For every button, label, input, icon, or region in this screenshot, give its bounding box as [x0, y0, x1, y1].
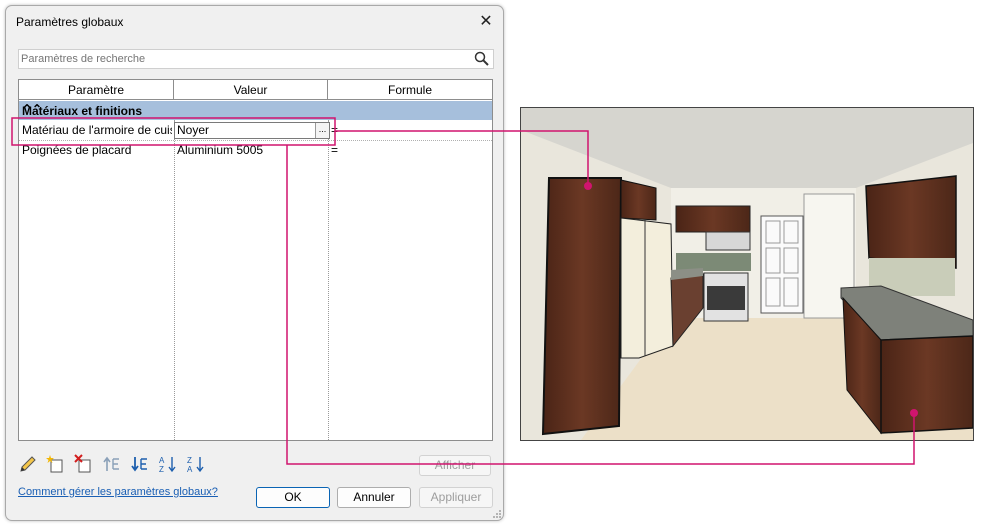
formula-cell[interactable]: = [331, 141, 351, 159]
value-field[interactable]: Noyer ... [174, 122, 330, 139]
resize-grip-icon[interactable] [493, 510, 501, 518]
column-divider [174, 120, 175, 440]
table-row[interactable]: Poignées de placard Aluminium 5005 = [19, 140, 492, 159]
edit-pencil-icon[interactable] [18, 454, 38, 474]
value-text[interactable]: Aluminium 5005 [177, 141, 325, 159]
collapse-chevron-icon[interactable]: ⌃⌃ [22, 102, 488, 116]
new-parameter-icon[interactable] [46, 454, 66, 474]
help-link[interactable]: Comment gérer les paramètres globaux? [18, 486, 218, 498]
param-name: Poignées de placard [22, 143, 132, 157]
group-row-materials[interactable]: Matériaux et finitions ⌃⌃ [19, 101, 492, 120]
column-divider [328, 120, 329, 440]
svg-text:A: A [159, 456, 165, 465]
value-text: Noyer [177, 123, 210, 137]
move-down-icon[interactable] [130, 454, 150, 474]
search-icon[interactable] [474, 51, 489, 66]
sort-ascending-icon[interactable]: A Z [158, 454, 178, 474]
cancel-button[interactable]: Annuler [337, 487, 411, 508]
svg-text:Z: Z [187, 456, 192, 465]
kitchen-render-image [520, 107, 974, 441]
ok-button[interactable]: OK [256, 487, 330, 508]
column-header-formula[interactable]: Formule [328, 80, 492, 100]
search-input[interactable] [21, 51, 461, 66]
param-name: Matériau de l'armoire de cuisine [22, 123, 172, 137]
close-icon[interactable]: ✕ [476, 12, 496, 32]
column-header-parameter[interactable]: Paramètre [19, 80, 174, 100]
column-header-value[interactable]: Valeur [174, 80, 328, 100]
delete-parameter-icon[interactable] [74, 454, 94, 474]
show-button[interactable]: Afficher [419, 455, 491, 476]
svg-text:A: A [187, 465, 193, 474]
svg-text:Z: Z [159, 465, 164, 474]
search-box [18, 49, 494, 69]
move-up-icon[interactable] [102, 454, 122, 474]
global-parameters-dialog: Paramètres globaux ✕ Paramètre Valeur Fo… [5, 5, 504, 521]
browse-button[interactable]: ... [315, 123, 329, 138]
dialog-title: Paramètres globaux [16, 15, 124, 29]
parameters-grid: Paramètre Valeur Formule Matériaux et fi… [18, 79, 493, 441]
sort-descending-icon[interactable]: Z A [186, 454, 206, 474]
table-row[interactable]: Matériau de l'armoire de cuisine Noyer .… [19, 121, 492, 139]
apply-button[interactable]: Appliquer [419, 487, 493, 508]
formula-cell[interactable]: = [331, 121, 351, 139]
